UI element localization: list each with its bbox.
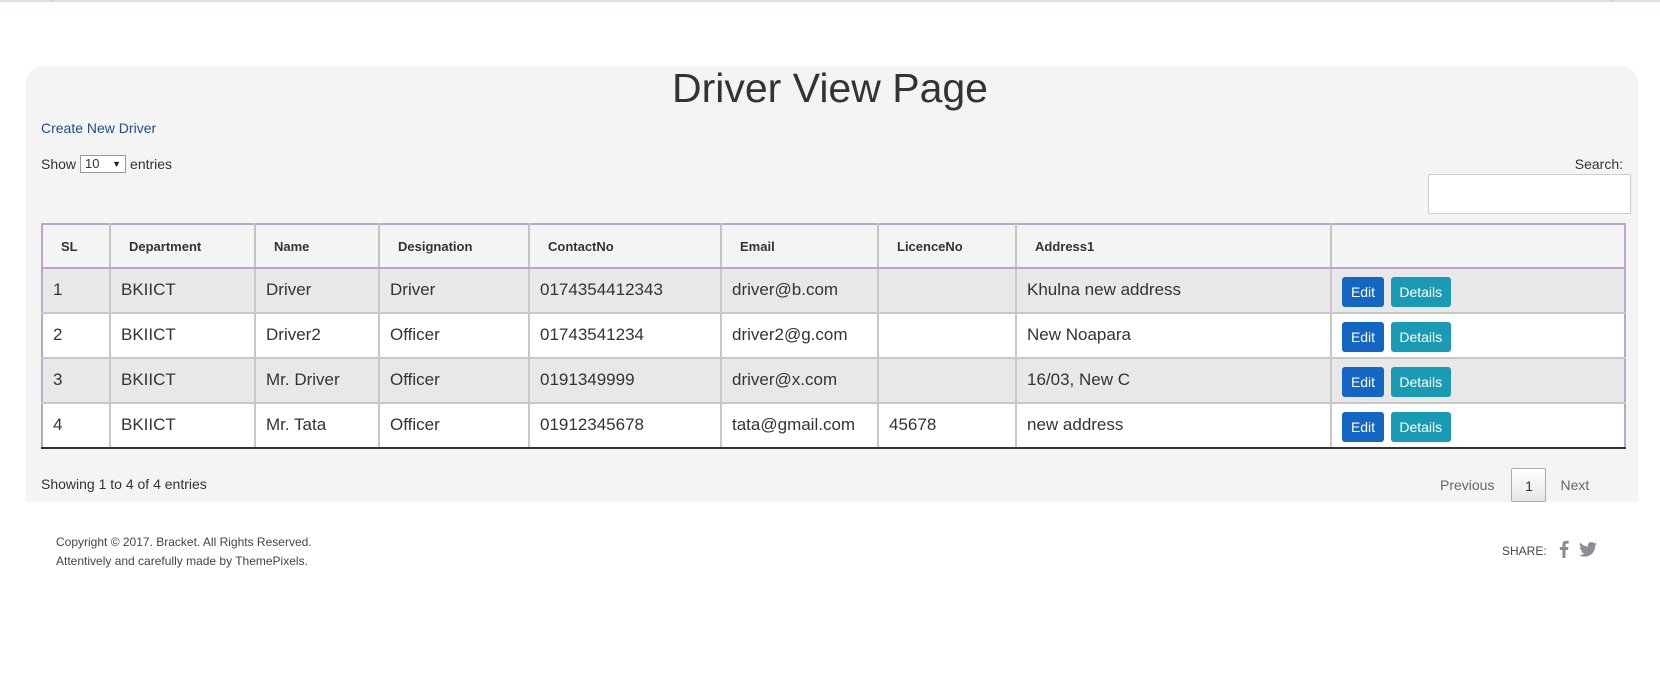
next-page-button[interactable]: Next	[1560, 477, 1589, 493]
cell-designation: Officer	[378, 403, 530, 449]
dropdown-arrow-icon: ▼	[112, 159, 122, 169]
cell-department: BKIICT	[109, 358, 256, 404]
share-links: SHARE:	[1502, 540, 1607, 561]
copyright-text: Copyright © 2017. Bracket. All Rights Re…	[56, 535, 312, 549]
column-header-email[interactable]: Email	[720, 223, 879, 269]
details-button[interactable]: Details	[1390, 277, 1451, 307]
cell-address1: Khulna new address	[1015, 268, 1332, 314]
cell-licenceno: 45678	[877, 403, 1017, 449]
pagination: Previous 1 Next	[1440, 467, 1589, 502]
facebook-icon[interactable]	[1559, 540, 1569, 561]
footer-credits: Copyright © 2017. Bracket. All Rights Re…	[56, 533, 312, 571]
create-new-driver-link[interactable]: Create New Driver	[41, 120, 156, 136]
cell-department: BKIICT	[109, 403, 256, 449]
cell-licenceno	[877, 313, 1017, 359]
details-button[interactable]: Details	[1390, 322, 1451, 352]
table-header-row: SL Department Name Designation ContactNo…	[41, 223, 1626, 269]
column-header-actions	[1330, 223, 1626, 269]
column-header-name[interactable]: Name	[254, 223, 380, 269]
cell-email: driver@x.com	[720, 358, 879, 404]
edit-button[interactable]: Edit	[1342, 277, 1384, 307]
previous-page-button[interactable]: Previous	[1440, 477, 1494, 493]
cell-email: driver2@g.com	[720, 313, 879, 359]
top-strip-divider	[1611, 0, 1612, 2]
cell-designation: Officer	[378, 313, 530, 359]
cell-email: tata@gmail.com	[720, 403, 879, 449]
cell-name: Driver	[254, 268, 380, 314]
top-strip-divider	[52, 0, 53, 2]
table-row: 1 BKIICT Driver Driver 0174354412343 dri…	[41, 268, 1626, 314]
cell-designation: Driver	[378, 268, 530, 314]
cell-department: BKIICT	[109, 268, 256, 314]
cell-sl: 1	[41, 268, 111, 314]
cell-licenceno	[877, 358, 1017, 404]
details-button[interactable]: Details	[1390, 367, 1451, 397]
cell-licenceno	[877, 268, 1017, 314]
table-row: 2 BKIICT Driver2 Officer 01743541234 dri…	[41, 313, 1626, 359]
drivers-table: SL Department Name Designation ContactNo…	[41, 223, 1626, 449]
cell-sl: 2	[41, 313, 111, 359]
cell-contactno: 01743541234	[528, 313, 722, 359]
edit-button[interactable]: Edit	[1342, 412, 1384, 442]
cell-designation: Officer	[378, 358, 530, 404]
column-header-licenceno[interactable]: LicenceNo	[877, 223, 1017, 269]
share-label: SHARE:	[1502, 543, 1547, 558]
twitter-icon[interactable]	[1578, 541, 1597, 560]
length-menu-suffix: entries	[130, 156, 173, 172]
edit-button[interactable]: Edit	[1342, 322, 1384, 352]
cell-contactno: 0191349999	[528, 358, 722, 404]
table-row: 4 BKIICT Mr. Tata Officer 01912345678 ta…	[41, 403, 1626, 449]
edit-button[interactable]: Edit	[1342, 367, 1384, 397]
cell-actions: Edit Details	[1330, 358, 1626, 404]
cell-actions: Edit Details	[1330, 313, 1626, 359]
cell-actions: Edit Details	[1330, 403, 1626, 449]
search-label: Search:	[1574, 156, 1623, 172]
cell-email: driver@b.com	[720, 268, 879, 314]
details-button[interactable]: Details	[1390, 412, 1451, 442]
cell-contactno: 0174354412343	[528, 268, 722, 314]
cell-actions: Edit Details	[1330, 268, 1626, 314]
column-header-department[interactable]: Department	[109, 223, 256, 269]
column-header-address1[interactable]: Address1	[1015, 223, 1332, 269]
cell-sl: 3	[41, 358, 111, 404]
cell-address1: New Noapara	[1015, 313, 1332, 359]
cell-contactno: 01912345678	[528, 403, 722, 449]
cell-name: Mr. Driver	[254, 358, 380, 404]
cell-sl: 4	[41, 403, 111, 449]
table-row: 3 BKIICT Mr. Driver Officer 0191349999 d…	[41, 358, 1626, 404]
cell-address1: new address	[1015, 403, 1332, 449]
table-info: Showing 1 to 4 of 4 entries	[41, 476, 207, 492]
cell-name: Driver2	[254, 313, 380, 359]
page-button-current[interactable]: 1	[1511, 467, 1547, 502]
search-input[interactable]	[1428, 174, 1631, 214]
credit-text: Attentively and carefully made by ThemeP…	[56, 554, 308, 568]
cell-department: BKIICT	[109, 313, 256, 359]
column-header-designation[interactable]: Designation	[378, 223, 530, 269]
column-header-sl[interactable]: SL	[41, 223, 111, 269]
top-strip	[0, 0, 1660, 2]
page-title: Driver View Page	[672, 65, 988, 111]
entries-per-page-value: 10	[85, 156, 100, 171]
length-menu: Show 10 ▼ entries	[41, 155, 172, 173]
cell-name: Mr. Tata	[254, 403, 380, 449]
length-menu-prefix: Show	[41, 156, 77, 172]
cell-address1: 16/03, New C	[1015, 358, 1332, 404]
entries-per-page-select[interactable]: 10 ▼	[80, 155, 127, 173]
column-header-contactno[interactable]: ContactNo	[528, 223, 722, 269]
